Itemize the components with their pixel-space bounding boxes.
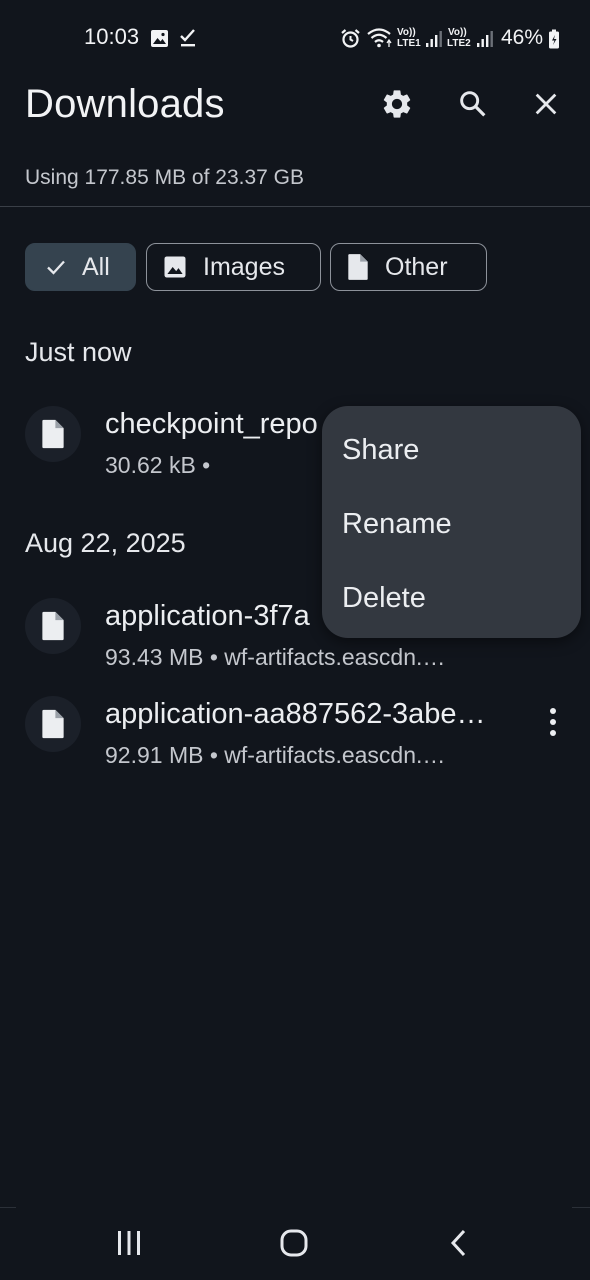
signal-icon xyxy=(425,30,443,53)
back-button[interactable] xyxy=(434,1222,484,1268)
file-meta: 92.91 MB • wf-artifacts.eascdn.… xyxy=(105,742,446,768)
sim1-lte-label: LTE1 xyxy=(397,38,421,49)
menu-item-share[interactable]: Share xyxy=(342,434,419,467)
section-header: Just now xyxy=(25,337,132,367)
filter-chip-label: Other xyxy=(385,252,448,281)
filter-chip-other[interactable]: Other xyxy=(330,243,487,291)
check-icon xyxy=(44,255,68,279)
check-icon xyxy=(178,28,198,53)
settings-icon xyxy=(380,87,414,126)
back-icon xyxy=(448,1228,470,1263)
battery-percentage: 46% xyxy=(501,26,544,49)
wifi-icon xyxy=(366,27,394,54)
search-icon xyxy=(457,88,489,125)
close-icon xyxy=(532,90,560,123)
battery-icon xyxy=(548,29,560,54)
file-meta: 93.43 MB • wf-artifacts.eascdn.… xyxy=(105,644,446,670)
section-header: Aug 22, 2025 xyxy=(25,528,186,558)
image-icon xyxy=(161,253,189,281)
page-title: Downloads xyxy=(25,82,225,126)
alarm-icon xyxy=(340,28,361,54)
search-button[interactable] xyxy=(451,84,495,128)
filter-chip-label: Images xyxy=(203,252,285,281)
file-icon xyxy=(25,598,81,654)
storage-usage-text: Using 177.85 MB of 23.37 GB xyxy=(25,166,304,189)
filter-chip-images[interactable]: Images xyxy=(146,243,321,291)
more-vert-icon xyxy=(548,707,558,742)
navbar-divider xyxy=(0,1207,16,1208)
downloads-screen: 10:03 Vo)) LTE1 Vo)) LTE2 46% Downloads … xyxy=(0,0,590,1280)
close-button[interactable] xyxy=(524,84,568,128)
status-time: 10:03 xyxy=(84,24,140,49)
sim2-lte-label: LTE2 xyxy=(447,38,471,49)
sim2-volte-label: Vo)) xyxy=(448,27,467,38)
menu-item-delete[interactable]: Delete xyxy=(342,582,426,615)
signal-icon xyxy=(476,30,494,53)
status-bar: 10:03 Vo)) LTE1 Vo)) LTE2 46% xyxy=(0,0,590,80)
context-menu: Share Rename Delete xyxy=(322,406,581,638)
navbar-divider xyxy=(572,1207,590,1208)
home-button[interactable] xyxy=(269,1222,319,1268)
file-icon xyxy=(25,696,81,752)
file-icon xyxy=(25,406,81,462)
file-name: application-aa887562-3abe… xyxy=(105,698,486,730)
download-item[interactable]: application-aa887562-3abe… 92.91 MB • wf… xyxy=(0,696,590,776)
menu-item-rename[interactable]: Rename xyxy=(342,508,452,541)
home-icon xyxy=(279,1228,309,1263)
filter-chip-all[interactable]: All xyxy=(25,243,136,291)
file-icon xyxy=(345,253,371,281)
filter-chip-label: All xyxy=(82,252,110,281)
more-options-button[interactable] xyxy=(538,704,568,744)
gallery-icon xyxy=(150,29,169,53)
settings-button[interactable] xyxy=(375,84,419,128)
header-divider xyxy=(0,206,590,207)
recents-button[interactable] xyxy=(104,1222,154,1268)
recents-icon xyxy=(115,1230,143,1261)
sim1-volte-label: Vo)) xyxy=(397,27,416,38)
